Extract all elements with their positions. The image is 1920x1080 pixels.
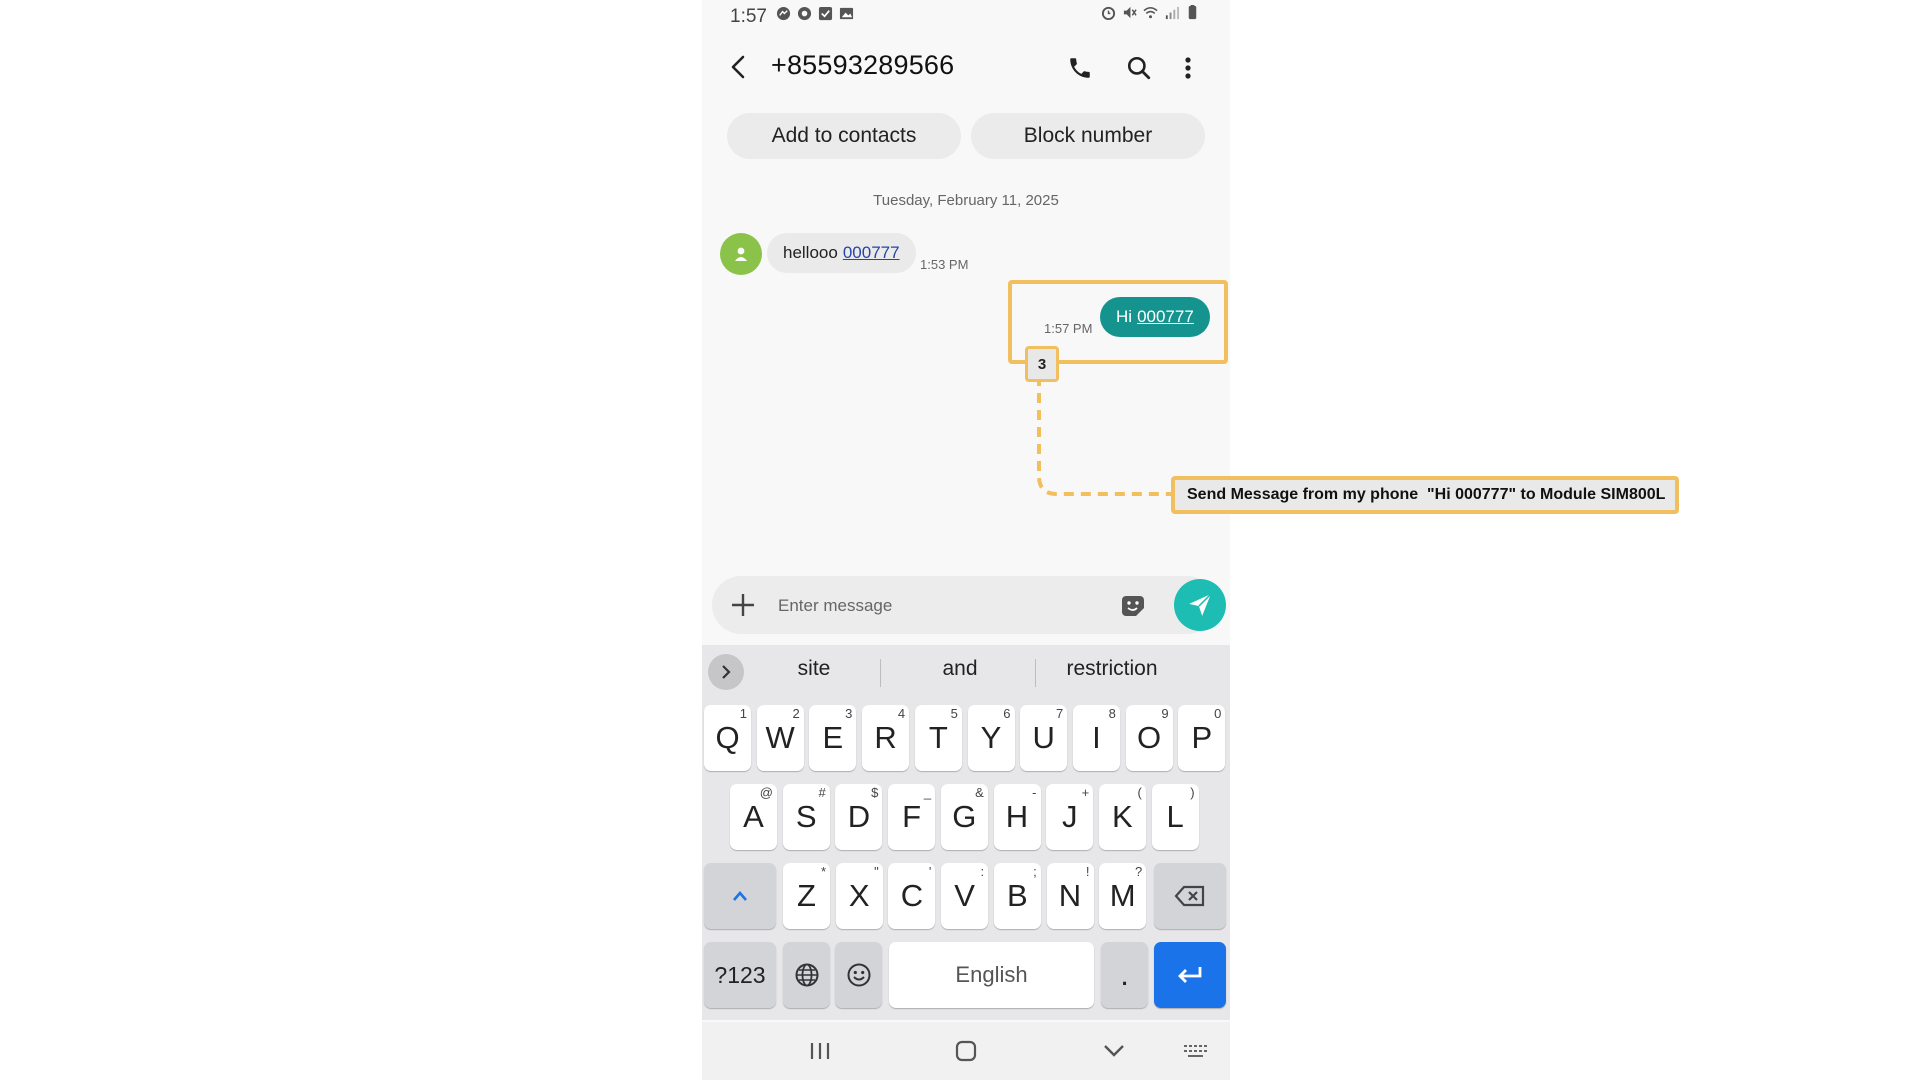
annotation-label: Send Message from my phone "Hi 000777" t… bbox=[1171, 476, 1679, 514]
annotation-step-badge: 3 bbox=[1025, 346, 1059, 382]
annotation-connector bbox=[1037, 376, 1171, 496]
